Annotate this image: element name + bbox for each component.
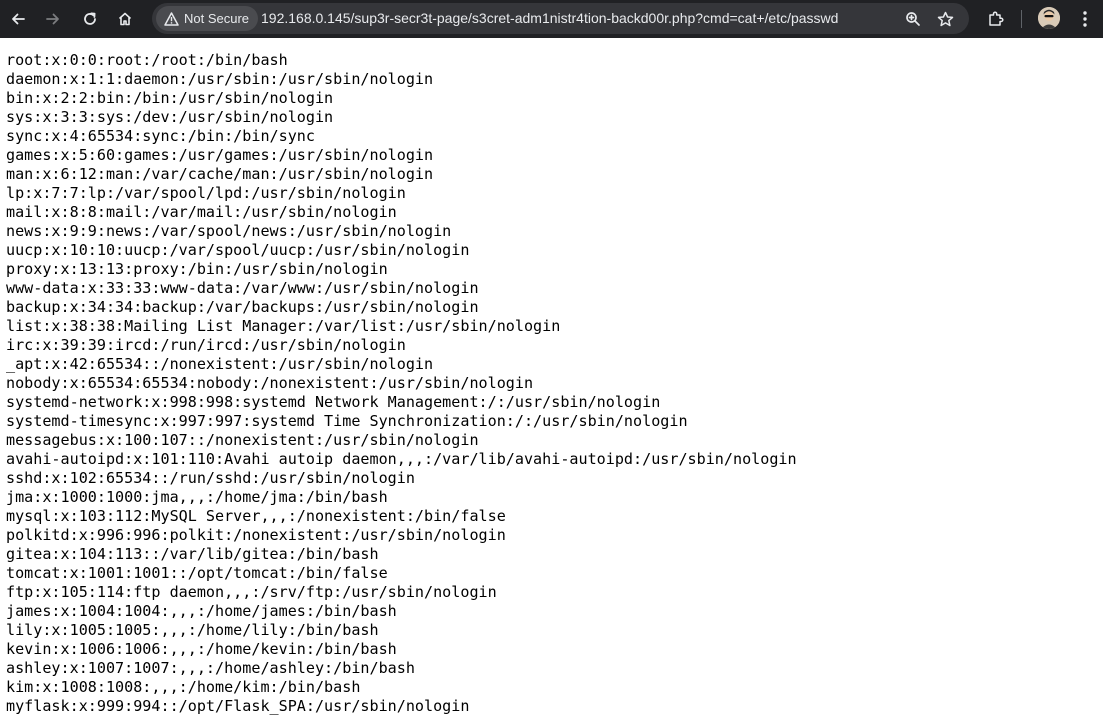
passwd-line: lily:x:1005:1005:,,,:/home/lily:/bin/bas… [6, 621, 379, 639]
reload-icon [84, 12, 96, 25]
passwd-line: messagebus:x:100:107::/nonexistent:/usr/… [6, 431, 479, 449]
passwd-line: avahi-autoipd:x:101:110:Avahi autoip dae… [6, 450, 797, 468]
passwd-line: gitea:x:104:113::/var/lib/gitea:/bin/bas… [6, 545, 379, 563]
passwd-line: lp:x:7:7:lp:/var/spool/lpd:/usr/sbin/nol… [6, 184, 406, 202]
passwd-line: news:x:9:9:news:/var/spool/news:/usr/sbi… [6, 222, 452, 240]
passwd-line: _apt:x:42:65534::/nonexistent:/usr/sbin/… [6, 355, 434, 373]
passwd-line: backup:x:34:34:backup:/var/backups:/usr/… [6, 298, 479, 316]
passwd-line: sync:x:4:65534:sync:/bin:/bin/sync [6, 127, 315, 145]
passwd-line: proxy:x:13:13:proxy:/bin:/usr/sbin/nolog… [6, 260, 388, 278]
back-button[interactable] [4, 5, 32, 33]
passwd-line: ashley:x:1007:1007:,,,:/home/ashley:/bin… [6, 659, 415, 677]
passwd-line: nobody:x:65534:65534:nobody:/nonexistent… [6, 374, 534, 392]
warning-icon [164, 11, 179, 26]
passwd-line: james:x:1004:1004:,,,:/home/james:/bin/b… [6, 602, 397, 620]
toolbar-divider [1021, 10, 1022, 28]
forward-button[interactable] [39, 5, 67, 33]
menu-icon [1083, 11, 1087, 27]
address-bar[interactable]: Not Secure 192.168.0.145/sup3r-secr3t-pa… [152, 3, 969, 34]
bookmark-button[interactable] [935, 9, 955, 29]
passwd-line: sys:x:3:3:sys:/dev:/usr/sbin/nologin [6, 108, 334, 126]
passwd-line: tomcat:x:1001:1001::/opt/tomcat:/bin/fal… [6, 564, 388, 582]
passwd-line: irc:x:39:39:ircd:/run/ircd:/usr/sbin/nol… [6, 336, 406, 354]
home-icon [118, 12, 132, 26]
back-icon [12, 13, 25, 25]
passwd-line: ftp:x:105:114:ftp daemon,,,:/srv/ftp:/us… [6, 583, 497, 601]
avatar[interactable] [1038, 7, 1060, 29]
passwd-line: uucp:x:10:10:uucp:/var/spool/uucp:/usr/s… [6, 241, 470, 259]
reload-button[interactable] [76, 5, 104, 33]
zoom-button[interactable] [903, 9, 923, 29]
browser-toolbar: Not Secure 192.168.0.145/sup3r-secr3t-pa… [0, 0, 1103, 38]
bookmark-star-icon [937, 11, 953, 26]
passwd-line: systemd-timesync:x:997:997:systemd Time … [6, 412, 688, 430]
passwd-line: daemon:x:1:1:daemon:/usr/sbin:/usr/sbin/… [6, 70, 434, 88]
extensions-icon [989, 11, 1004, 26]
passwd-line: kim:x:1008:1008:,,,:/home/kim:/bin/bash [6, 678, 361, 696]
passwd-line: root:x:0:0:root:/root:/bin/bash [6, 51, 288, 69]
passwd-line: www-data:x:33:33:www-data:/var/www:/usr/… [6, 279, 479, 297]
passwd-line: games:x:5:60:games:/usr/games:/usr/sbin/… [6, 146, 434, 164]
passwd-line: man:x:6:12:man:/var/cache/man:/usr/sbin/… [6, 165, 434, 183]
extensions-button[interactable] [982, 5, 1010, 33]
passwd-line: kevin:x:1006:1006:,,,:/home/kevin:/bin/b… [6, 640, 397, 658]
passwd-line: myflask:x:999:994::/opt/Flask_SPA:/usr/s… [6, 697, 470, 715]
passwd-line: bin:x:2:2:bin:/bin:/usr/sbin/nologin [6, 89, 334, 107]
security-indicator[interactable]: Not Secure [156, 6, 259, 31]
zoom-icon [906, 12, 920, 26]
passwd-line: sshd:x:102:65534::/run/sshd:/usr/sbin/no… [6, 469, 415, 487]
passwd-line: systemd-network:x:998:998:systemd Networ… [6, 393, 661, 411]
passwd-line: list:x:38:38:Mailing List Manager:/var/l… [6, 317, 561, 335]
menu-button[interactable] [1071, 5, 1099, 33]
security-label: Not Secure [184, 11, 250, 26]
home-button[interactable] [111, 5, 139, 33]
profile-avatar-image [1038, 7, 1060, 29]
passwd-line: polkitd:x:996:996:polkit:/nonexistent:/u… [6, 526, 506, 544]
url-text[interactable]: 192.168.0.145/sup3r-secr3t-page/s3cret-a… [261, 10, 901, 26]
passwd-line: mail:x:8:8:mail:/var/mail:/usr/sbin/nolo… [6, 203, 397, 221]
passwd-line: mysql:x:103:112:MySQL Server,,,:/nonexis… [6, 507, 506, 525]
forward-icon [46, 13, 59, 25]
passwd-line: jma:x:1000:1000:jma,,,:/home/jma:/bin/ba… [6, 488, 388, 506]
passwd-output: root:x:0:0:root:/root:/bin/bash daemon:x:… [6, 51, 797, 716]
